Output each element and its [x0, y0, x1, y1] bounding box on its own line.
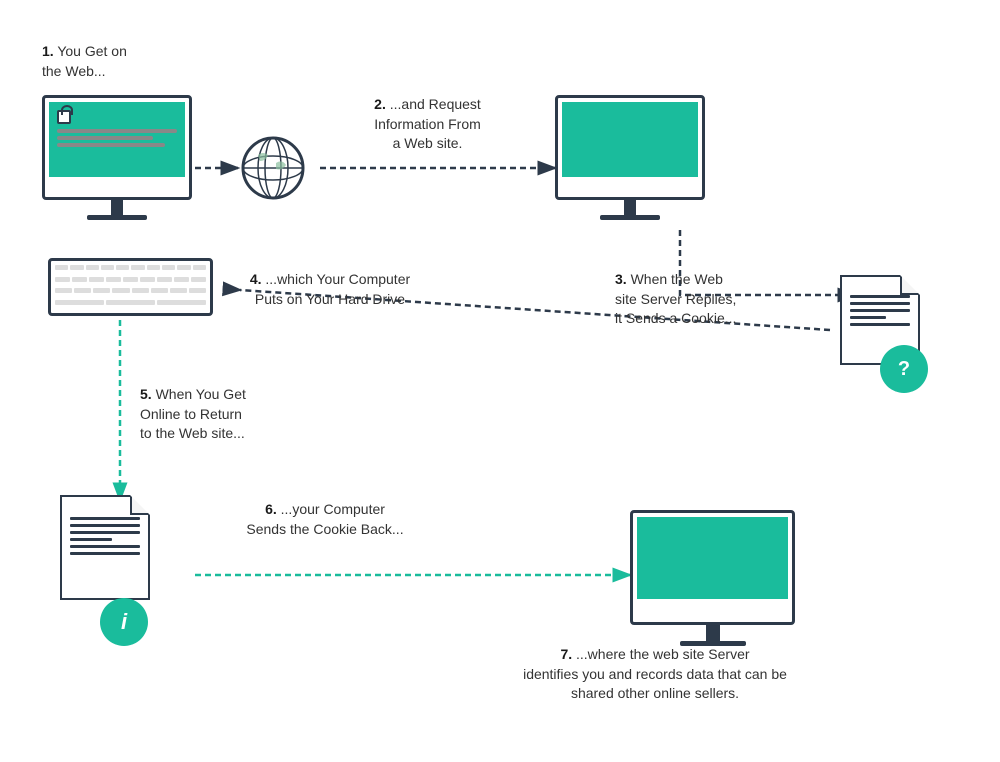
step7-label: 7. ...where the web site Serveridentifie…	[455, 645, 855, 704]
step3-label: 3. When the Website Server Replies,it Se…	[615, 270, 825, 329]
user-monitor	[42, 95, 192, 220]
server-monitor	[555, 95, 705, 220]
keyboard-icon	[48, 258, 213, 316]
step5-label: 5. When You GetOnline to Returnto the We…	[140, 385, 246, 444]
step1-label: 1. You Get onthe Web...	[42, 42, 127, 81]
diagram: 1. You Get onthe Web... 2. ...and Reques…	[0, 0, 1000, 762]
step6-label: 6. ...your ComputerSends the Cookie Back…	[210, 500, 440, 539]
server-monitor-2	[630, 510, 795, 646]
info-badge: i	[100, 598, 148, 646]
question-badge: ?	[880, 345, 928, 393]
step2-label: 2. ...and RequestInformation Froma Web s…	[330, 95, 525, 154]
globe-icon	[238, 133, 308, 203]
step4-label: 4. ...which Your ComputerPuts on Your Ha…	[215, 270, 445, 309]
cookie-document-2	[60, 495, 150, 600]
